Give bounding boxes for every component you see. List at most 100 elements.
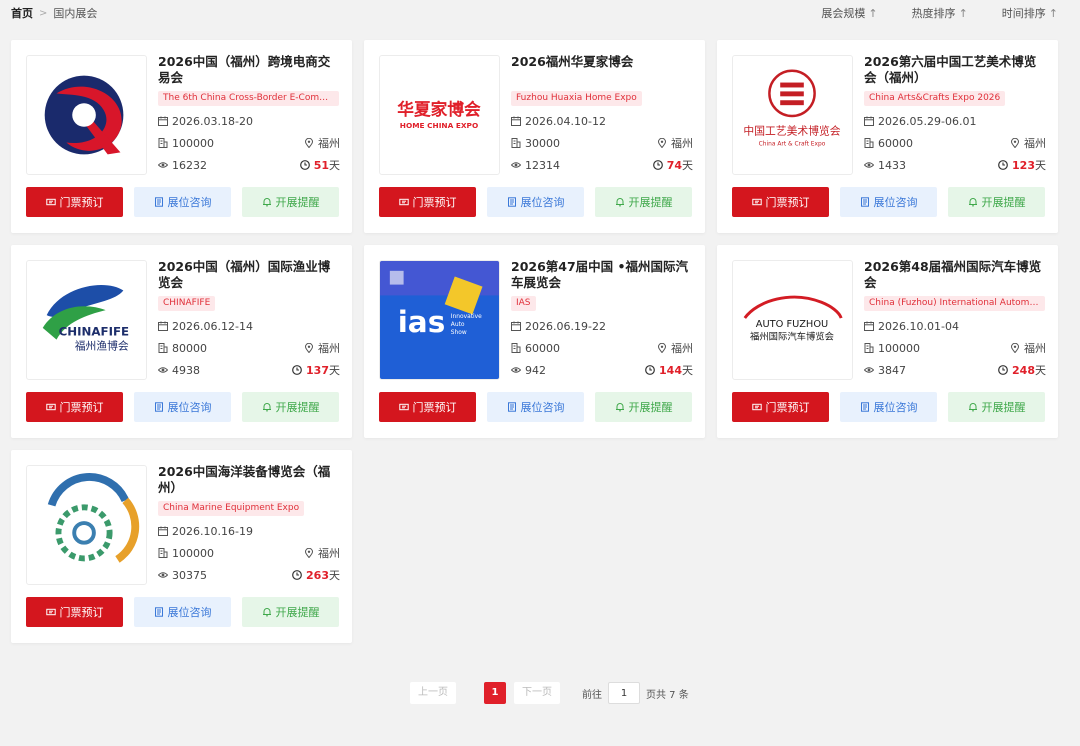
date-row: 2026.05.29-06.01 [864,110,1046,132]
expo-card[interactable]: ias Innovative Auto Show 2026第47届中国 •福州国际汽车… [364,245,705,438]
ticket-booking-button[interactable]: 门票预订 [26,392,123,422]
building-icon [158,138,168,148]
expo-card[interactable]: 2026中国海洋装备博览会（福州） China Marine Equipment… [11,450,352,643]
expo-card[interactable]: AUTO FUZHOU 福州国际汽车博览会 2026第48届福州国际汽车博览会 C… [717,245,1058,438]
opening-reminder-button[interactable]: 开展提醒 [595,392,692,422]
document-icon [154,402,163,412]
expo-info: 2026第48届福州国际汽车博览会 China (Fuzhou) Interna… [864,259,1046,381]
clock-icon [998,160,1008,170]
booth-inquiry-button[interactable]: 展位咨询 [487,187,584,217]
logo-text: 华夏家博会 [397,99,481,119]
document-icon [507,402,516,412]
days-unit: 天 [329,569,340,582]
area-row: 30000 福州 [511,132,693,154]
next-page-button[interactable]: 下一页 [514,682,560,704]
opening-reminder-button[interactable]: 开展提醒 [242,597,339,627]
ticket-booking-button[interactable]: 门票预订 [732,392,829,422]
booth-inquiry-button[interactable]: 展位咨询 [134,187,231,217]
expo-card[interactable]: 2026中国（福州）跨境电商交易会 The 6th China Cross-Bo… [11,40,352,233]
opening-reminder-button[interactable]: 开展提醒 [242,187,339,217]
booth-inquiry-button[interactable]: 展位咨询 [840,187,937,217]
calendar-icon [158,116,168,126]
sort-scale-label: 展会规模 [821,7,866,20]
expo-views: 30375 [172,568,207,582]
ticket-icon [398,403,409,411]
opening-reminder-label: 开展提醒 [275,606,320,619]
expo-title[interactable]: 2026中国海洋装备博览会（福州） [158,464,340,496]
expo-title[interactable]: 2026福州华夏家博会 [511,54,693,86]
goto-page-input[interactable] [608,682,640,704]
clock-icon [652,160,663,170]
expo-logo[interactable]: 华夏家博会 HOME CHINA EXPO [379,55,500,175]
expo-logo[interactable]: ias Innovative Auto Show [379,260,500,380]
opening-reminder-button[interactable]: 开展提醒 [595,187,692,217]
sort-by-scale[interactable]: 展会规模 ↑ [821,5,877,21]
date-row: 2026.06.12-14 [158,315,340,337]
date-row: 2026.10.01-04 [864,315,1046,337]
logo-pattern [389,270,404,285]
sort-by-time[interactable]: 时间排序 ↑ [1002,5,1058,21]
sort-arrow-icon: ↑ [868,7,878,20]
expo-title[interactable]: 2026第47届中国 •福州国际汽车展览会 [511,259,693,291]
ticket-icon [45,403,56,411]
expo-date: 2026.06.19-22 [525,319,606,333]
ticket-booking-button[interactable]: 门票预订 [379,392,476,422]
booth-inquiry-button[interactable]: 展位咨询 [840,392,937,422]
prev-page-button[interactable]: 上一页 [410,682,456,704]
ticket-booking-label: 门票预订 [59,401,104,414]
building-icon [511,343,521,353]
ticket-booking-button[interactable]: 门票预订 [379,187,476,217]
expo-title[interactable]: 2026第六届中国工艺美术博览会（福州） [864,54,1046,86]
opening-reminder-button[interactable]: 开展提醒 [948,392,1045,422]
card-actions: 门票预订 展位咨询 开展提醒 [26,392,339,422]
ticket-booking-button[interactable]: 门票预订 [732,187,829,217]
calendar-icon [158,321,168,331]
area-row: 60000 福州 [511,337,693,359]
expo-logo[interactable] [26,465,147,585]
logo-text: HOME CHINA EXPO [400,121,478,130]
expo-card[interactable]: 中国工艺美术博览会 China Art & Craft Expo 2026第六届中… [717,40,1058,233]
expo-logo[interactable] [26,55,147,175]
calendar-icon [511,116,521,126]
days-unit: 天 [329,364,340,377]
booth-inquiry-button[interactable]: 展位咨询 [134,597,231,627]
logo-text: Auto [451,322,465,328]
opening-reminder-button[interactable]: 开展提醒 [242,392,339,422]
expo-card[interactable]: CHINAFIFE 福州渔博会 2026中国（福州）国际渔业博览会 CHINAFI… [11,245,352,438]
logo-shape [780,82,804,88]
ticket-booking-button[interactable]: 门票预订 [26,187,123,217]
views-row: 3847 248天 [864,359,1046,381]
expo-city: 福州 [318,342,340,355]
expo-logo[interactable]: AUTO FUZHOU 福州国际汽车博览会 [732,260,853,380]
date-row: 2026.04.10-12 [511,110,693,132]
eye-icon [864,367,874,373]
breadcrumb-home[interactable]: 首页 [11,5,33,21]
opening-reminder-button[interactable]: 开展提醒 [948,187,1045,217]
booth-inquiry-label: 展位咨询 [873,401,918,414]
booth-inquiry-button[interactable]: 展位咨询 [487,392,584,422]
booth-inquiry-label: 展位咨询 [167,401,212,414]
days-unit: 天 [682,364,693,377]
logo-text: 福州国际汽车博览会 [750,331,834,343]
page-number-button[interactable]: 1 [484,682,506,704]
expo-area: 100000 [878,341,920,355]
booth-inquiry-label: 展位咨询 [167,196,212,209]
sort-by-heat[interactable]: 热度排序 ↑ [912,5,968,21]
booth-inquiry-label: 展位咨询 [167,606,212,619]
area-row: 100000 福州 [864,337,1046,359]
expo-title[interactable]: 2026中国（福州）国际渔业博览会 [158,259,340,291]
expo-title[interactable]: 2026中国（福州）跨境电商交易会 [158,54,340,86]
ticket-icon [45,608,56,616]
booth-inquiry-button[interactable]: 展位咨询 [134,392,231,422]
expo-logo[interactable]: 中国工艺美术博览会 China Art & Craft Expo [732,55,853,175]
expo-title[interactable]: 2026第48届福州国际汽车博览会 [864,259,1046,291]
ticket-booking-label: 门票预订 [412,401,457,414]
expo-date: 2026.10.16-19 [172,524,253,538]
expo-card[interactable]: 华夏家博会 HOME CHINA EXPO 2026福州华夏家博会 Fuzhou … [364,40,705,233]
ticket-booking-button[interactable]: 门票预订 [26,597,123,627]
breadcrumb: 首页 > 国内展会 [11,5,97,21]
clock-icon [292,365,302,375]
expo-logo[interactable]: CHINAFIFE 福州渔博会 [26,260,147,380]
expo-tag: The 6th China Cross-Border E-Commerce Fa… [158,91,339,106]
logo-text: CHINAFIFE [59,325,130,339]
